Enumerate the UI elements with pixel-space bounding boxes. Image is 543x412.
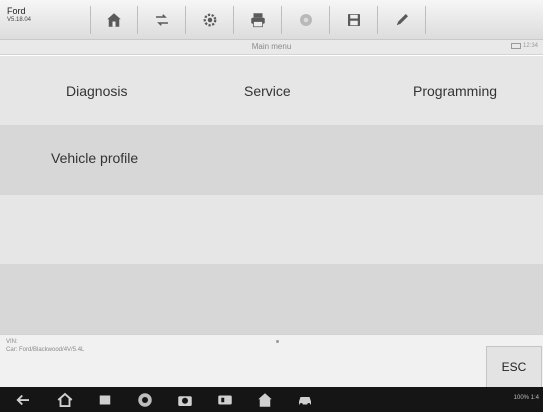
app-version: V5.18.04 bbox=[7, 17, 32, 23]
android-nav-bar: 100% 1:4 bbox=[0, 387, 543, 412]
print-icon bbox=[250, 13, 265, 28]
recents-icon bbox=[99, 395, 111, 405]
page-indicator-dot bbox=[276, 340, 279, 343]
vin-label: VIN: bbox=[6, 339, 18, 345]
home-icon bbox=[107, 13, 121, 27]
status-indicators: 100% 1:4 bbox=[513, 395, 539, 401]
toolbar-buttons bbox=[90, 6, 474, 34]
app-name: Ford bbox=[7, 6, 26, 16]
menu-item-diagnosis[interactable]: Diagnosis bbox=[66, 83, 127, 99]
vehicle-info-bar: VIN: Car: Ford/Blackwood/4V/5.4L bbox=[0, 334, 543, 387]
help-button[interactable] bbox=[282, 6, 330, 34]
recents-button[interactable] bbox=[96, 391, 114, 409]
home-button[interactable] bbox=[90, 6, 138, 34]
settings-gear-icon bbox=[203, 13, 216, 27]
esc-button[interactable]: ESC bbox=[486, 346, 542, 388]
chrome-button[interactable] bbox=[136, 391, 154, 409]
menu-row-empty bbox=[0, 264, 543, 334]
camera-button[interactable] bbox=[176, 391, 194, 409]
save-icon bbox=[347, 14, 360, 26]
edit-button[interactable] bbox=[378, 6, 426, 34]
menu-row-empty bbox=[0, 195, 543, 264]
home-icon bbox=[258, 393, 272, 407]
settings-button[interactable] bbox=[186, 6, 234, 34]
camera-icon bbox=[178, 396, 192, 406]
browser-icon bbox=[138, 393, 152, 407]
app-info: Ford V5.18.04 bbox=[7, 6, 77, 24]
vci-button[interactable] bbox=[216, 391, 234, 409]
menu-row: Vehicle profile bbox=[0, 125, 543, 195]
edit-pen-icon bbox=[396, 14, 408, 26]
title-bar: Main menu 12:34 bbox=[0, 40, 543, 55]
vehicle-button[interactable] bbox=[296, 391, 314, 409]
battery-icon bbox=[510, 43, 521, 49]
vci-icon bbox=[218, 395, 232, 405]
help-icon bbox=[299, 14, 312, 26]
save-button[interactable] bbox=[330, 6, 378, 34]
menu-item-vehicle-profile[interactable]: Vehicle profile bbox=[51, 150, 138, 166]
menu-item-programming[interactable]: Programming bbox=[413, 83, 497, 99]
car-info: Car: Ford/Blackwood/4V/5.4L bbox=[6, 347, 85, 353]
vehicle-swap-icon bbox=[155, 14, 168, 26]
top-toolbar: Ford V5.18.04 bbox=[0, 0, 543, 40]
print-button[interactable] bbox=[234, 6, 282, 34]
page-title: Main menu bbox=[251, 42, 292, 51]
title-meta: 12:34 bbox=[510, 43, 538, 49]
home-nav-button[interactable] bbox=[56, 391, 74, 409]
title-time: 12:34 bbox=[522, 43, 538, 49]
maxifix-home-button[interactable] bbox=[256, 391, 274, 409]
home-nav-icon bbox=[57, 392, 73, 407]
menu-item-service[interactable]: Service bbox=[244, 83, 291, 99]
vehicle-swap-button[interactable] bbox=[138, 6, 186, 34]
back-arrow-icon bbox=[16, 394, 29, 406]
car-icon bbox=[299, 397, 311, 406]
main-menu: Diagnosis Service Programming Vehicle pr… bbox=[0, 56, 543, 334]
back-button[interactable] bbox=[14, 391, 32, 409]
menu-row: Diagnosis Service Programming bbox=[0, 56, 543, 125]
